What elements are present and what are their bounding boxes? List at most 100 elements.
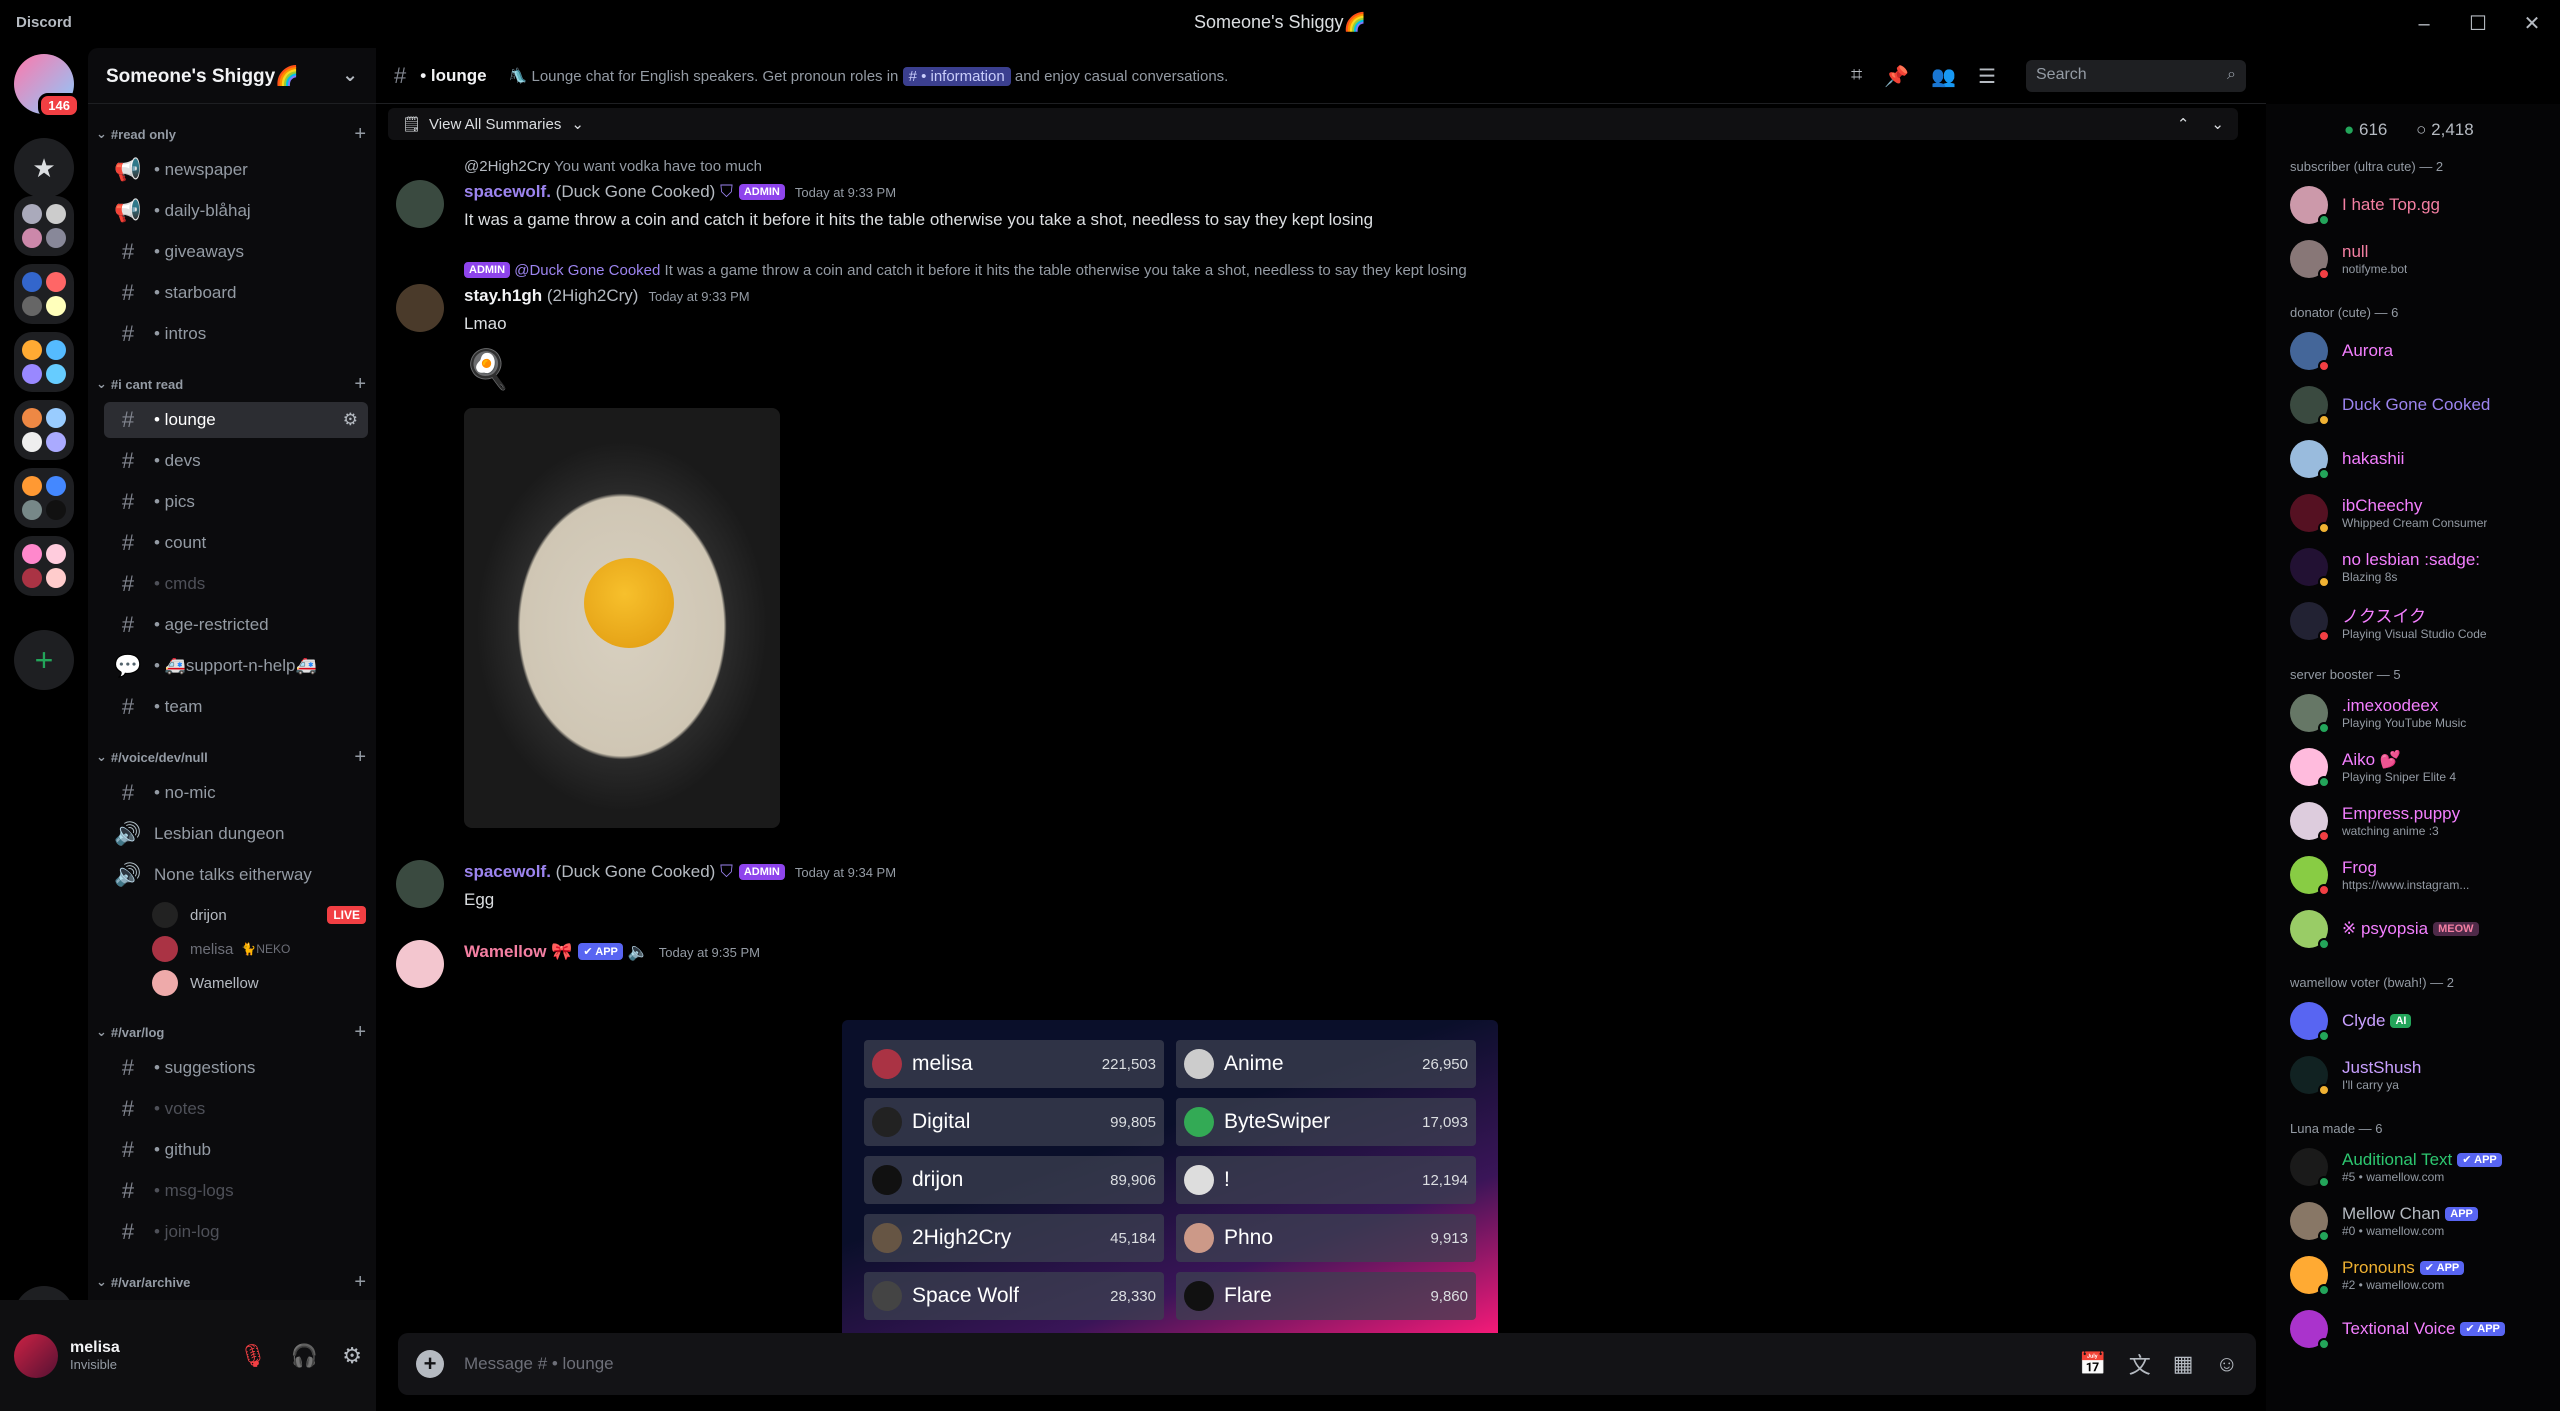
avatar[interactable] xyxy=(396,284,444,332)
star-icon[interactable]: ★ xyxy=(14,138,74,198)
add-channel-icon[interactable]: + xyxy=(354,1021,366,1044)
threads-icon[interactable]: ⌗ xyxy=(1851,64,1862,89)
add-channel-icon[interactable]: + xyxy=(354,746,366,769)
server-folder[interactable] xyxy=(14,536,74,596)
leaderboard-card[interactable]: melisa 221,503 Anime 26,950 Digital 99,805 … xyxy=(842,1020,1498,1342)
add-channel-icon[interactable]: + xyxy=(354,1271,366,1294)
member[interactable]: Textional Voice ✔ APP xyxy=(2266,1302,2560,1356)
channel-cmds[interactable]: # • cmds xyxy=(104,566,368,602)
member[interactable]: ※ psyopsia MEOW xyxy=(2266,902,2560,956)
chevron-down-icon[interactable]: ⌄ xyxy=(2211,115,2224,133)
server-folder[interactable] xyxy=(14,264,74,324)
emoji-icon[interactable]: ☺ xyxy=(2216,1351,2238,1377)
channel-topic[interactable]: 🛝 Lounge chat for English speakers. Get … xyxy=(509,66,1228,86)
channel-votes[interactable]: # • votes xyxy=(104,1091,368,1127)
egg-image[interactable] xyxy=(464,408,780,828)
member[interactable]: I hate Top.gg xyxy=(2266,178,2560,232)
calendar-icon[interactable]: 📅 xyxy=(2079,1351,2106,1377)
voice-user[interactable]: Wamellow xyxy=(142,966,376,1000)
member[interactable]: .imexoodeex Playing YouTube Music xyxy=(2266,686,2560,740)
reply-preview[interactable]: @2High2Cry You want vodka have too much xyxy=(464,158,762,175)
close-icon[interactable]: ✕ xyxy=(2512,8,2552,40)
channel-newspaper[interactable]: 📢 • newspaper xyxy=(104,152,368,188)
member[interactable]: Clyde AI xyxy=(2266,994,2560,1048)
member[interactable]: no lesbian :sadge: Blazing 8s xyxy=(2266,540,2560,594)
voice-lesbian-dungeon[interactable]: 🔊 Lesbian dungeon xyxy=(104,816,368,852)
add-attachment-icon[interactable]: + xyxy=(416,1350,444,1378)
category-header[interactable]: ⌄ #/var/log + xyxy=(88,1016,376,1048)
voice-none-talks[interactable]: 🔊 None talks eitherway xyxy=(104,857,368,893)
message-composer[interactable]: + Message # • lounge 📅 文 ▦ ☺ xyxy=(398,1333,2256,1395)
channel-no-mic[interactable]: # • no-mic xyxy=(104,775,368,811)
channel-intros[interactable]: # • intros xyxy=(104,316,368,352)
server-folder[interactable] xyxy=(14,332,74,392)
members-icon[interactable]: 👥 xyxy=(1931,64,1956,89)
maximize-icon[interactable]: ☐ xyxy=(2458,8,2498,40)
member[interactable]: Auditional Text ✔ APP #5 • wamellow.com xyxy=(2266,1140,2560,1194)
author-name[interactable]: spacewolf. xyxy=(464,182,551,201)
member[interactable]: Duck Gone Cooked xyxy=(2266,378,2560,432)
channel-support[interactable]: 💬 • 🚑support-n-help🚑 xyxy=(104,648,368,684)
headphones-icon[interactable]: 🎧 xyxy=(291,1343,318,1369)
gear-icon[interactable]: ⚙ xyxy=(342,1343,362,1369)
member[interactable]: Aurora xyxy=(2266,324,2560,378)
author-name[interactable]: Wamellow xyxy=(464,942,547,961)
member[interactable]: JustShush I'll carry ya xyxy=(2266,1048,2560,1102)
member[interactable]: ibCheechy Whipped Cream Consumer xyxy=(2266,486,2560,540)
avatar[interactable] xyxy=(396,180,444,228)
category-header[interactable]: ⌄ #/voice/dev/null + xyxy=(88,741,376,773)
channel-mention[interactable]: # • information xyxy=(902,66,1011,86)
translate-icon[interactable]: 文 xyxy=(2129,1348,2151,1380)
member[interactable]: null notifyme.bot xyxy=(2266,232,2560,286)
category-header[interactable]: ⌄ #/var/archive + xyxy=(88,1266,376,1298)
chevron-up-icon[interactable]: ⌃ xyxy=(2177,115,2190,133)
category-header[interactable]: ⌄ #i cant read + xyxy=(88,368,376,400)
channel-devs[interactable]: # • devs xyxy=(104,443,368,479)
category-header[interactable]: ⌄ #read only + xyxy=(88,118,376,150)
channel-suggestions[interactable]: # • suggestions xyxy=(104,1050,368,1086)
avatar[interactable] xyxy=(396,940,444,988)
channel-github[interactable]: # • github xyxy=(104,1132,368,1168)
summaries-icon[interactable]: ☰ xyxy=(1978,64,1996,89)
search-input[interactable]: Search ⌕ xyxy=(2026,60,2246,92)
sticker-icon[interactable]: ▦ xyxy=(2173,1351,2194,1377)
voice-user[interactable]: drijon LIVE xyxy=(142,898,376,932)
channel-join-log[interactable]: # • join-log xyxy=(104,1214,368,1250)
channel-giveaways[interactable]: # • giveaways xyxy=(104,234,368,270)
server-folder[interactable] xyxy=(14,196,74,256)
author-name[interactable]: stay.h1gh xyxy=(464,286,542,305)
add-channel-icon[interactable]: + xyxy=(354,123,366,146)
summaries-bar[interactable]: 🗒 View All Summaries ⌄ ⌃ ⌄ xyxy=(388,108,2238,140)
server-folder[interactable] xyxy=(14,468,74,528)
channel-pics[interactable]: # • pics xyxy=(104,484,368,520)
avatar[interactable] xyxy=(396,860,444,908)
server-folder[interactable] xyxy=(14,400,74,460)
message-input[interactable]: Message # • lounge xyxy=(464,1354,2057,1374)
author-name[interactable]: spacewolf. xyxy=(464,862,551,881)
member[interactable]: hakashii xyxy=(2266,432,2560,486)
channel-team[interactable]: # • team xyxy=(104,689,368,725)
channel-starboard[interactable]: # • starboard xyxy=(104,275,368,311)
avatar[interactable] xyxy=(14,1333,58,1378)
channel-age-restricted[interactable]: # • age-restricted xyxy=(104,607,368,643)
minimize-icon[interactable]: – xyxy=(2404,8,2444,40)
gear-icon[interactable]: ⚙ xyxy=(343,410,358,430)
add-channel-icon[interactable]: + xyxy=(354,373,366,396)
server-header[interactable]: Someone's Shiggy🌈 ⌄ xyxy=(88,48,376,104)
reply-preview[interactable]: ADMIN @Duck Gone Cooked It was a game th… xyxy=(464,262,1467,279)
member[interactable]: ノクスイク Playing Visual Studio Code xyxy=(2266,594,2560,648)
member[interactable]: Mellow Chan APP #0 • wamellow.com xyxy=(2266,1194,2560,1248)
channel-msg-logs[interactable]: # • msg-logs xyxy=(104,1173,368,1209)
member[interactable]: Frog https://www.instagram... xyxy=(2266,848,2560,902)
member[interactable]: Pronouns ✔ APP #2 • wamellow.com xyxy=(2266,1248,2560,1302)
member[interactable]: Empress.puppy watching anime :3 xyxy=(2266,794,2560,848)
pin-icon[interactable]: 📌 xyxy=(1884,64,1909,89)
channel-daily-blahaj[interactable]: 📢 • daily-blåhaj xyxy=(104,193,368,229)
direct-messages-button[interactable]: 146 xyxy=(14,54,80,118)
member[interactable]: Aiko 💕 Playing Sniper Elite 4 xyxy=(2266,740,2560,794)
channel-count[interactable]: # • count xyxy=(104,525,368,561)
mic-muted-icon[interactable]: 🎙 xyxy=(239,1343,267,1369)
voice-user[interactable]: melisa 🐈NEKO xyxy=(142,932,376,966)
add-server-icon[interactable]: + xyxy=(14,630,74,690)
channel-lounge[interactable]: # • lounge ⚙ xyxy=(104,402,368,438)
